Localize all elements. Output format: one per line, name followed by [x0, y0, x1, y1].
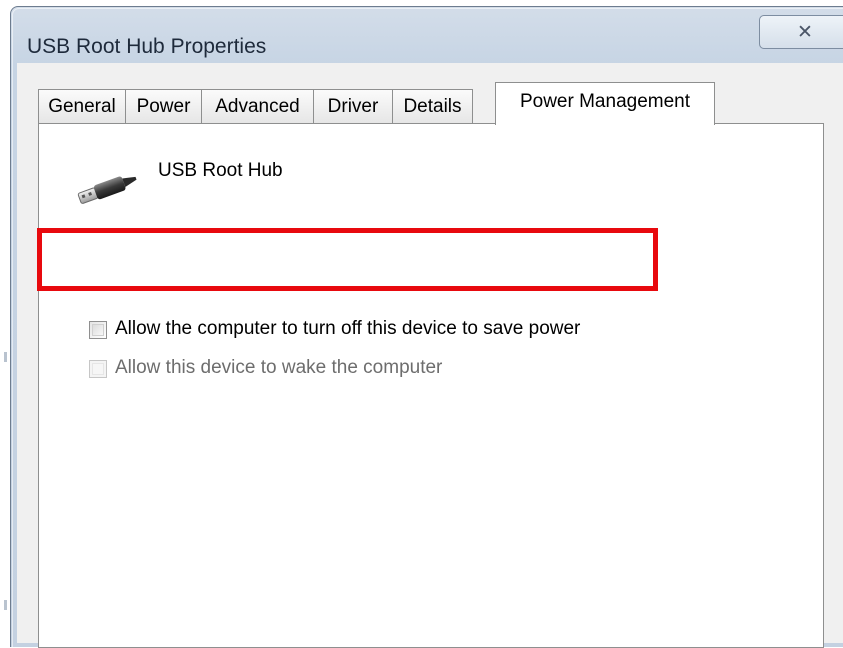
device-name-label: USB Root Hub	[158, 160, 283, 181]
checkbox-fill	[92, 363, 104, 375]
tab-driver[interactable]: Driver	[313, 89, 393, 123]
tab-details[interactable]: Details	[392, 89, 473, 123]
checkbox-fill	[92, 324, 104, 336]
allow-wake-checkbox	[89, 360, 107, 378]
edge-mark	[4, 352, 7, 362]
dialog-client-area: General Power Advanced Driver Details Po…	[17, 63, 843, 648]
highlight-annotation-box	[37, 228, 658, 291]
tab-power-management[interactable]: Power Management	[495, 82, 715, 125]
allow-turn-off-checkbox[interactable]	[89, 321, 107, 339]
close-button[interactable]: ✕	[759, 15, 843, 49]
edge-mark	[4, 600, 7, 610]
tab-advanced[interactable]: Advanced	[201, 89, 314, 123]
usb-connector-icon	[76, 172, 140, 211]
power-management-panel: USB Root Hub Allow the computer to turn …	[38, 123, 824, 648]
allow-wake-label: Allow this device to wake the computer	[115, 357, 443, 378]
close-icon: ✕	[797, 21, 813, 43]
window-title: USB Root Hub Properties	[27, 35, 267, 58]
allow-turn-off-label[interactable]: Allow the computer to turn off this devi…	[115, 318, 580, 340]
tab-power[interactable]: Power	[125, 89, 202, 123]
tab-general[interactable]: General	[38, 89, 126, 123]
